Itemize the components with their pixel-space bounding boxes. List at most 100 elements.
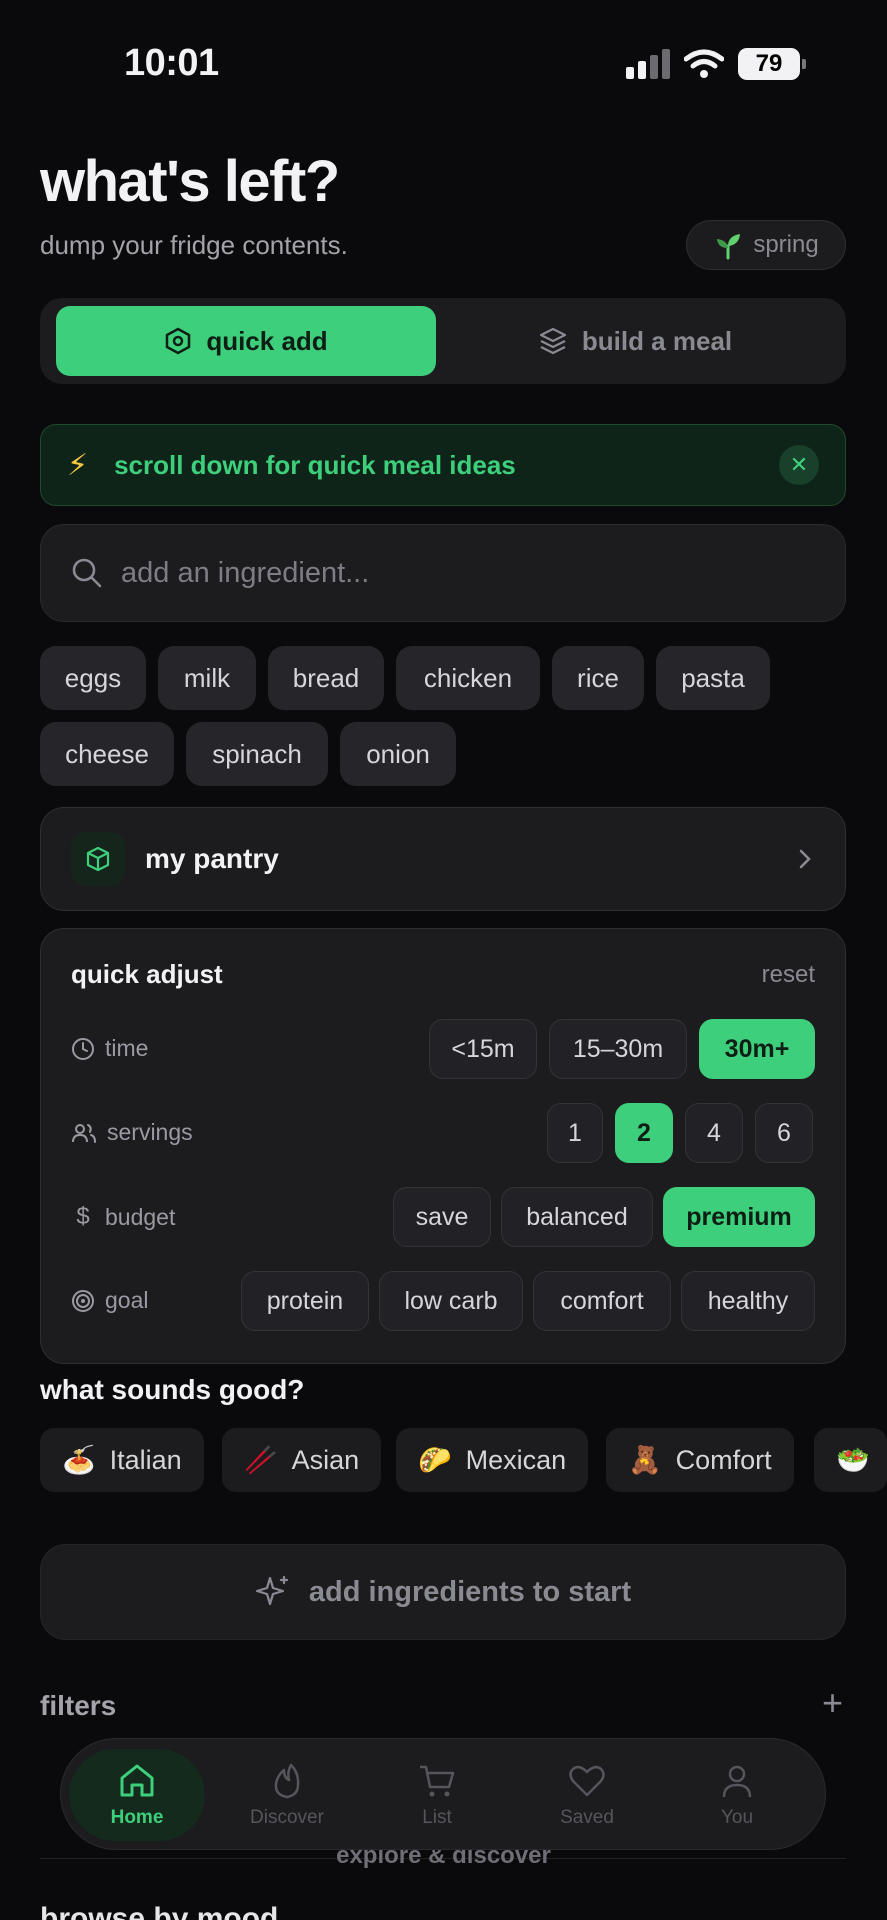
page-subtitle: dump your fridge contents.	[40, 230, 348, 260]
tab-label: List	[422, 1807, 452, 1828]
tip-banner[interactable]: ⚡ scroll down for quick meal ideas ✕	[40, 424, 846, 506]
cuisine-label: Comfort	[675, 1444, 772, 1475]
build-meal-tab[interactable]: build a meal	[440, 306, 830, 376]
cuisine-chip-salad[interactable]: 🥗	[814, 1428, 887, 1492]
salad-icon: 🥗	[836, 1445, 870, 1475]
time-option-30-plus[interactable]: 30m+	[699, 1019, 815, 1079]
start-button[interactable]: add ingredients to start	[40, 1544, 846, 1640]
pantry-label: my pantry	[145, 843, 279, 874]
search-input[interactable]	[121, 556, 801, 590]
servings-option-1[interactable]: 1	[547, 1103, 603, 1163]
sparkles-icon	[255, 1575, 288, 1606]
servings-option-2[interactable]: 2	[615, 1103, 673, 1163]
start-button-label: add ingredients to start	[308, 1575, 632, 1608]
quick-adjust-panel: quick adjust reset time <15m 15–30m 30m+…	[40, 928, 846, 1364]
ingredient-search[interactable]	[40, 524, 846, 622]
budget-option-balanced[interactable]: balanced	[501, 1187, 653, 1247]
budget-option-save[interactable]: save	[393, 1187, 491, 1247]
dollar-icon: $	[76, 1203, 90, 1230]
ingredient-chip-bread[interactable]: bread	[268, 646, 384, 710]
signal-icon	[626, 49, 670, 79]
layers-icon	[539, 327, 566, 355]
ingredient-chip-onion[interactable]: onion	[340, 722, 456, 786]
wifi-icon	[684, 49, 724, 78]
teddy-bear-icon: 🧸	[628, 1445, 662, 1475]
cuisine-chip-mexican[interactable]: 🌮 Mexican	[396, 1428, 589, 1492]
status-time: 10:01	[124, 42, 219, 84]
cuisine-label: Mexican	[465, 1444, 567, 1475]
spaghetti-icon: 🍝	[62, 1445, 96, 1475]
servings-label-text: servings	[107, 1119, 193, 1145]
ingredient-chip-spinach[interactable]: spinach	[186, 722, 328, 786]
ingredient-chip-rice[interactable]: rice	[552, 646, 644, 710]
cuisine-section-title: what sounds good?	[40, 1374, 305, 1405]
tab-bar: Home Discover List Saved You	[60, 1738, 826, 1850]
quick-add-label: quick add	[206, 325, 328, 356]
target-icon	[72, 1289, 94, 1312]
build-meal-label: build a meal	[581, 325, 733, 356]
budget-option-premium[interactable]: premium	[663, 1187, 815, 1247]
servings-option-6[interactable]: 6	[755, 1103, 813, 1163]
chopsticks-icon: 🥢	[244, 1445, 278, 1475]
search-icon	[72, 558, 102, 588]
tab-list[interactable]: List	[369, 1749, 505, 1841]
time-option-under-15[interactable]: <15m	[429, 1019, 537, 1079]
time-label: time	[71, 1035, 148, 1062]
lightning-icon: ⚡	[67, 448, 89, 482]
battery-indicator: 79	[738, 48, 806, 80]
cuisine-chip-asian[interactable]: 🥢 Asian	[222, 1428, 382, 1492]
flame-icon	[274, 1763, 300, 1799]
ingredient-chip-chicken[interactable]: chicken	[396, 646, 540, 710]
tab-label: Home	[110, 1807, 164, 1828]
chevron-right-icon	[799, 849, 811, 869]
home-icon	[120, 1764, 154, 1797]
cuisine-chip-italian[interactable]: 🍝 Italian	[40, 1428, 204, 1492]
box-icon	[71, 832, 125, 886]
clock-icon	[72, 1037, 94, 1060]
tab-label: You	[720, 1807, 754, 1828]
filters-add-icon[interactable]: +	[822, 1682, 843, 1724]
tab-saved[interactable]: Saved	[519, 1749, 655, 1841]
goal-label: goal	[71, 1287, 148, 1314]
hexagon-icon	[166, 327, 191, 355]
status-indicators: 79	[626, 46, 806, 82]
taco-icon: 🌮	[418, 1445, 452, 1475]
time-option-15-30[interactable]: 15–30m	[549, 1019, 687, 1079]
cuisine-chip-comfort[interactable]: 🧸 Comfort	[606, 1428, 794, 1492]
goal-option-low-carb[interactable]: low carb	[379, 1271, 523, 1331]
tab-label: Saved	[560, 1807, 614, 1828]
ingredient-chip-pasta[interactable]: pasta	[656, 646, 770, 710]
quick-add-tab[interactable]: quick add	[56, 306, 436, 376]
ingredient-chip-eggs[interactable]: eggs	[40, 646, 146, 710]
sprout-icon	[717, 234, 741, 260]
cart-icon	[420, 1765, 455, 1797]
servings-option-4[interactable]: 4	[685, 1103, 743, 1163]
season-chip[interactable]: spring	[686, 220, 846, 270]
budget-label: $ budget	[71, 1203, 175, 1231]
goal-label-text: goal	[105, 1287, 149, 1313]
tab-you[interactable]: You	[669, 1749, 805, 1841]
page-title: what's left?	[40, 149, 340, 214]
budget-label-text: budget	[105, 1203, 176, 1230]
heart-icon	[569, 1765, 605, 1797]
browse-by-mood-title: browse by mood	[40, 1902, 279, 1920]
reset-button[interactable]: reset	[762, 961, 815, 989]
goal-option-protein[interactable]: protein	[241, 1271, 369, 1331]
goal-option-comfort[interactable]: comfort	[533, 1271, 671, 1331]
ingredient-chip-cheese[interactable]: cheese	[40, 722, 174, 786]
season-label: spring	[753, 231, 819, 258]
mode-toggle: quick add build a meal	[40, 298, 846, 384]
pantry-row[interactable]: my pantry	[40, 807, 846, 911]
ingredient-chip-milk[interactable]: milk	[158, 646, 256, 710]
user-icon	[722, 1765, 752, 1798]
time-label-text: time	[105, 1035, 149, 1061]
filters-label[interactable]: filters	[40, 1690, 116, 1722]
tab-home[interactable]: Home	[69, 1749, 205, 1841]
cuisine-label: Asian	[291, 1444, 360, 1475]
goal-option-healthy[interactable]: healthy	[681, 1271, 815, 1331]
users-icon	[72, 1123, 96, 1143]
tab-label: Discover	[250, 1807, 324, 1828]
close-icon[interactable]: ✕	[779, 445, 819, 485]
servings-label: servings	[71, 1119, 193, 1146]
tab-discover[interactable]: Discover	[219, 1749, 355, 1841]
